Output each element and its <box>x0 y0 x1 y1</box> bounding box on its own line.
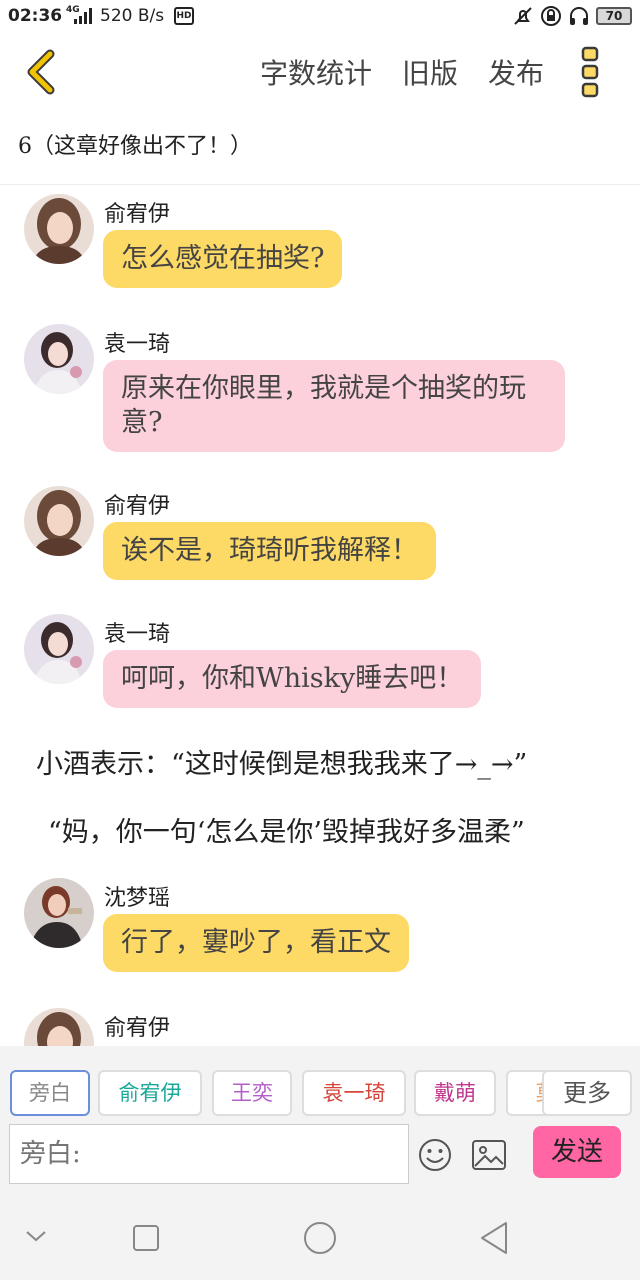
role-chip[interactable]: 王奕 <box>212 1070 292 1116</box>
avatar[interactable] <box>24 614 94 684</box>
network-speed: 520 B/s <box>100 6 165 26</box>
role-chip[interactable]: 袁一琦 <box>302 1070 406 1116</box>
chat-list: 俞宥伊 怎么感觉在抽奖? 袁一琦 原来在你眼里，我就是个抽奖的玩意? 俞宥伊 诶… <box>0 186 640 1046</box>
message-bubble[interactable]: 原来在你眼里，我就是个抽奖的玩意? <box>103 360 565 452</box>
message-bubble[interactable]: 呵呵，你和Whisky睡去吧！ <box>103 650 482 708</box>
speaker-name: 俞宥伊 <box>104 202 171 227</box>
publish-link[interactable]: 发布 <box>488 52 544 92</box>
nav-back-icon[interactable] <box>478 1220 510 1256</box>
role-selector: 旁白 俞宥伊 王奕 袁一琦 戴萌 莫 <box>8 1070 632 1116</box>
lock-rotation-icon <box>541 6 561 26</box>
divider <box>0 184 640 185</box>
more-vertical-icon[interactable] <box>580 46 600 98</box>
battery-indicator: 70 <box>596 7 632 25</box>
message-input[interactable] <box>9 1124 409 1184</box>
signal-icon <box>74 8 92 24</box>
role-chip-narrator[interactable]: 旁白 <box>10 1070 90 1116</box>
image-icon[interactable] <box>472 1140 506 1170</box>
nav-collapse-icon[interactable] <box>24 1228 48 1244</box>
narration-text[interactable]: “妈，你一句‘怎么是你’毁掉我好多温柔” <box>48 810 525 849</box>
more-roles-button[interactable]: 更多 <box>542 1070 632 1116</box>
mute-icon <box>514 7 532 25</box>
role-chip[interactable]: 戴萌 <box>414 1070 496 1116</box>
message-bubble[interactable]: 怎么感觉在抽奖? <box>103 230 343 288</box>
status-icons: 70 <box>512 5 632 27</box>
avatar[interactable] <box>24 194 94 264</box>
avatar[interactable] <box>24 1008 94 1046</box>
speaker-name: 沈梦瑶 <box>104 886 171 911</box>
nav-links: 字数统计 旧版 发布 <box>260 52 544 92</box>
message-bubble[interactable]: 诶不是，琦琦听我解释！ <box>103 522 436 580</box>
status-time: 02:36 <box>8 6 63 26</box>
message-bubble[interactable]: 行了，寠吵了，看正文 <box>103 914 409 972</box>
avatar[interactable] <box>24 878 94 948</box>
speaker-name: 俞宥伊 <box>104 1016 171 1041</box>
emoji-icon[interactable] <box>418 1138 452 1172</box>
hd-badge: HD <box>174 7 194 25</box>
avatar[interactable] <box>24 486 94 556</box>
role-chip[interactable]: 俞宥伊 <box>98 1070 202 1116</box>
avatar[interactable] <box>24 324 94 394</box>
nav-home-icon[interactable] <box>302 1220 338 1256</box>
nav-recent-icon[interactable] <box>132 1224 160 1252</box>
speaker-name: 袁一琦 <box>104 332 171 357</box>
back-icon[interactable] <box>20 48 64 96</box>
top-nav-bar: 字数统计 旧版 发布 <box>0 34 640 110</box>
send-button[interactable]: 发送 <box>533 1126 621 1178</box>
speaker-name: 袁一琦 <box>104 622 171 647</box>
chapter-title[interactable]: 6（这章好像出不了！） <box>18 128 252 160</box>
word-count-link[interactable]: 字数统计 <box>260 52 372 92</box>
compose-area: 旁白 俞宥伊 王奕 袁一琦 戴萌 莫 更多 发送 <box>0 1046 640 1196</box>
narration-text[interactable]: 小酒表示：“这时候倒是想我我来了→_→” <box>36 742 527 781</box>
status-bar: 02:36 4G 520 B/s HD 70 <box>0 0 640 34</box>
headphones-icon <box>570 7 588 25</box>
old-version-link[interactable]: 旧版 <box>402 52 458 92</box>
system-navigation-bar <box>0 1196 640 1280</box>
speaker-name: 俞宥伊 <box>104 494 171 519</box>
